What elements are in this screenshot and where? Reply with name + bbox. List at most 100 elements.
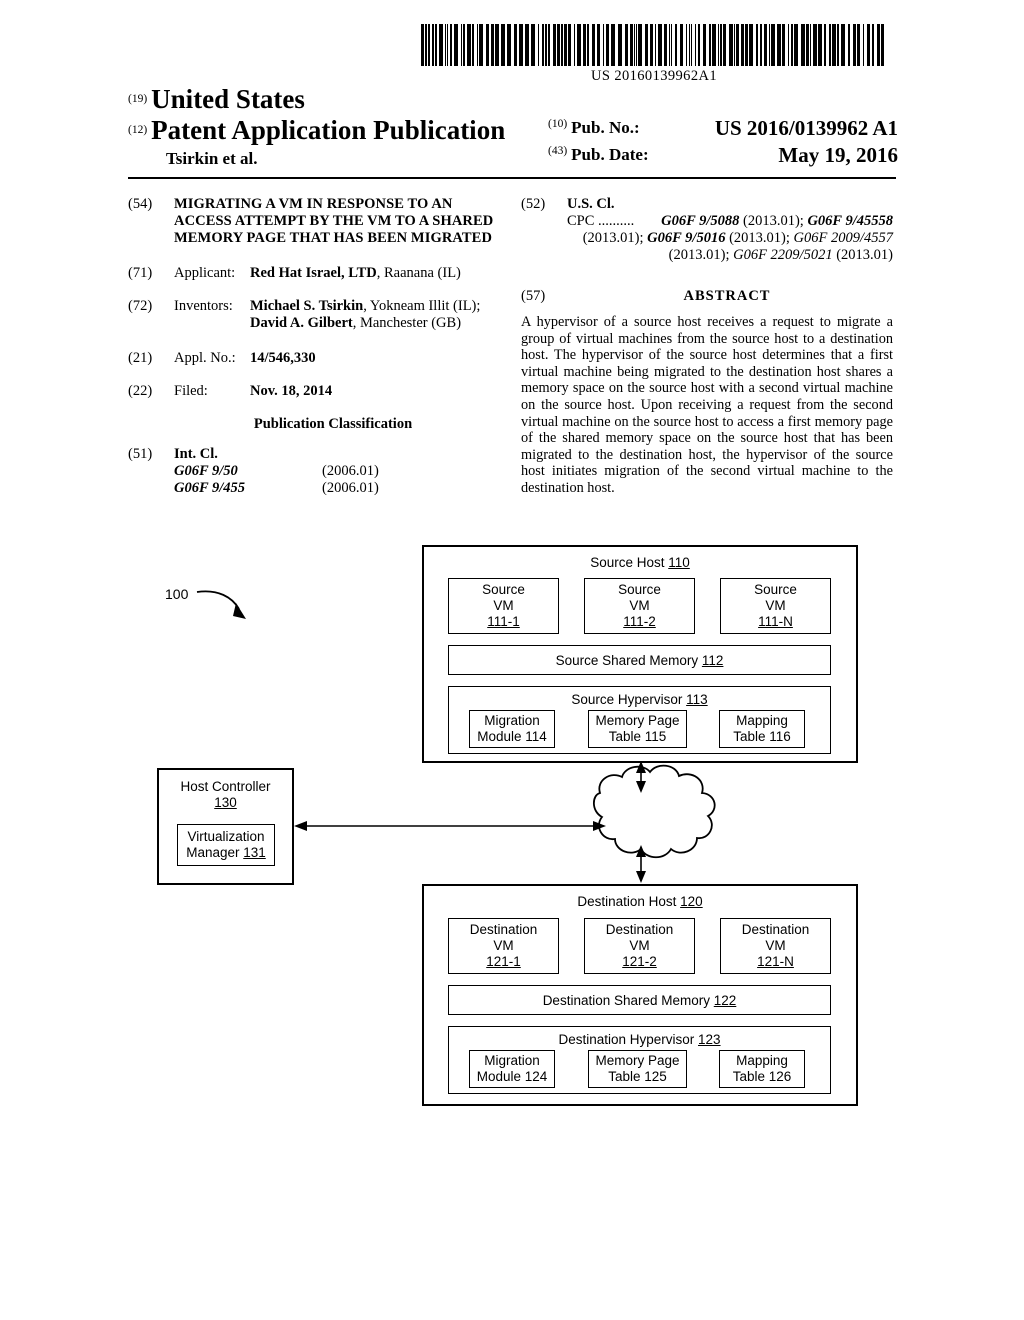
cpc-code: G06F 9/45558 [807, 213, 893, 229]
virtualization-manager-line2-wrap: Manager 131 [186, 845, 266, 861]
inid-12: (12) [128, 124, 148, 136]
int-cl-heading: Int. Cl. [174, 446, 218, 462]
host-controller-arrow-right [593, 821, 606, 831]
destination-hypervisor-box: Destination Hypervisor 123 [448, 1026, 831, 1094]
publication-type: Patent Application Publication [151, 115, 506, 145]
source-host-box: Source Host 110 [422, 545, 858, 763]
inid-19: (19) [128, 93, 148, 105]
network-cloud-label: Network 101 [588, 806, 692, 838]
destination-vm-n-line2: VM [765, 938, 786, 953]
network-cloud-shape [592, 764, 716, 859]
source-migration-module: Migration Module 114 [469, 710, 555, 748]
inventor-2-location: , Manchester (GB) [352, 315, 462, 331]
barcode-block: US 20160139962A1 [421, 24, 887, 85]
host-controller-title: Host Controller [159, 779, 292, 794]
inventors-value: Michael S. Tsirkin, Yokneam Illit (IL); … [250, 298, 508, 332]
applicant-label: Applicant: [174, 265, 236, 281]
int-cl-block: Int. Cl. G06F 9/50 (2006.01) G06F 9/455 … [174, 446, 508, 497]
cpc-code: G06F 2209/5021 [733, 247, 833, 263]
inventors-label: Inventors: [174, 298, 233, 314]
source-mapping-table-line2: Table 116 [733, 729, 791, 744]
virtualization-manager-ref: 131 [243, 845, 266, 860]
publication-info-block: (10) Pub. No.: US 2016/0139962 A1 (43) P… [548, 116, 898, 172]
appl-no-row: (21) Appl. No.: 14/546,330 [128, 350, 508, 367]
host-controller-title-text: Host Controller [180, 779, 271, 794]
source-vm-1-line1: Source [482, 582, 525, 597]
country-name: United States [151, 84, 305, 114]
int-cl-year: (2006.01) [322, 463, 379, 479]
host-controller-box: Host Controller 130 [157, 768, 294, 885]
destination-shared-memory-box: Destination Shared Memory 122 [448, 985, 831, 1015]
us-cl-block: U.S. Cl. CPC .......... G06F 9/5088 (2013… [567, 196, 893, 264]
appl-no-label: Appl. No.: [174, 350, 236, 366]
source-host-title-text: Source Host [590, 555, 669, 570]
int-cl-entry: G06F 9/455 (2006.01) [174, 480, 508, 497]
destination-vm-2-line2: VM [629, 938, 650, 953]
abstract-heading: ABSTRACT [683, 288, 771, 304]
pub-date-value: May 19, 2016 [778, 143, 898, 167]
destination-hypervisor-title: Destination Hypervisor 123 [449, 1032, 830, 1047]
bibliographic-right-column: (52) U.S. Cl. CPC .......... G06F 9/5088 … [521, 196, 893, 497]
inid-72: (72) [128, 298, 153, 314]
source-hypervisor-ref: 113 [686, 692, 708, 707]
destination-vm-2-ref: 121-2 [622, 954, 657, 969]
source-host-ref: 110 [668, 555, 690, 570]
destination-vm-1-line1: Destination [469, 922, 538, 937]
host-controller-arrow-left [294, 821, 307, 831]
inventor-2-name: David A. Gilbert [250, 315, 353, 331]
source-vm-1-line2: VM [493, 598, 514, 613]
cpc-year: (2013.01) [832, 247, 893, 263]
network-ref: 101 [628, 822, 652, 837]
pub-no-value: US 2016/0139962 A1 [714, 116, 898, 140]
figure-reference-number: 100 [165, 586, 189, 602]
barcode-number: US 20160139962A1 [590, 68, 718, 84]
source-shared-memory-text: Source Shared Memory [555, 652, 702, 668]
destination-shared-memory-text: Destination Shared Memory [542, 992, 714, 1008]
us-cl-heading: U.S. Cl. [567, 196, 615, 212]
destination-memory-page-table: Memory Page Table 125 [588, 1050, 687, 1088]
pub-date-row: (43) Pub. Date: May 19, 2016 [548, 143, 898, 172]
destination-memory-page-table-line2: Table 125 [608, 1069, 667, 1084]
source-vm-1: Source VM 111-1 [448, 578, 559, 634]
inid-10: (10) [548, 118, 568, 130]
cpc-year: (2013.01); [739, 213, 808, 229]
destination-migration-module-line2: Module 124 [476, 1069, 548, 1084]
int-cl-year: (2006.01) [322, 480, 379, 496]
network-label-text: Network [615, 806, 665, 821]
destination-mapping-table-line1: Mapping [736, 1053, 788, 1068]
cpc-code: G06F 9/5016 [647, 230, 726, 246]
source-host-title: Source Host 110 [424, 555, 856, 570]
destination-vm-n-ref: 121-N [757, 954, 794, 969]
inventors-row: (72) Inventors: Michael S. Tsirkin, Yokne… [128, 298, 508, 332]
destination-hypervisor-ref: 123 [698, 1032, 721, 1047]
int-cl-code: G06F 9/455 [174, 480, 246, 496]
source-to-network-arrow-up [636, 761, 646, 773]
masthead: (19) United States (12) Patent Applicati… [128, 84, 898, 172]
applicant-name: Red Hat Israel, LTD [250, 265, 377, 281]
source-mapping-table-line1: Mapping [736, 713, 788, 728]
source-memory-page-table: Memory Page Table 115 [588, 710, 687, 748]
inid-71: (71) [128, 265, 153, 281]
cpc-year: (2013.01); [668, 247, 734, 263]
destination-vm-n-line1: Destination [741, 922, 810, 937]
applicant-location: , Raanana (IL) [376, 265, 461, 281]
header-divider [128, 177, 896, 179]
barcode-image [421, 24, 884, 66]
source-hypervisor-title: Source Hypervisor 113 [449, 692, 830, 707]
pub-no-row: (10) Pub. No.: US 2016/0139962 A1 [548, 116, 898, 145]
destination-memory-page-table-line1: Memory Page [595, 1053, 680, 1068]
destination-host-box: Destination Host 120 [422, 884, 858, 1106]
virtualization-manager-line1: Virtualization [187, 829, 265, 844]
source-vm-2-ref: 111-2 [623, 614, 656, 629]
pub-no-label: Pub. No.: [571, 118, 640, 137]
inid-43: (43) [548, 145, 568, 157]
source-memory-page-table-line1: Memory Page [595, 713, 680, 728]
bibliographic-left-column: (54) MIGRATING A VM IN RESPONSE TO AN AC… [128, 196, 508, 510]
appl-no-value: 14/546,330 [250, 350, 316, 366]
us-cl-row: (52) U.S. Cl. CPC .......... G06F 9/5088 … [521, 196, 893, 264]
int-cl-code: G06F 9/50 [174, 463, 238, 479]
country-row: (19) United States [128, 84, 896, 115]
destination-vm-1: Destination VM 121-1 [448, 918, 559, 974]
source-to-network-arrow-down [636, 781, 646, 793]
destination-mapping-table: Mapping Table 126 [719, 1050, 805, 1088]
